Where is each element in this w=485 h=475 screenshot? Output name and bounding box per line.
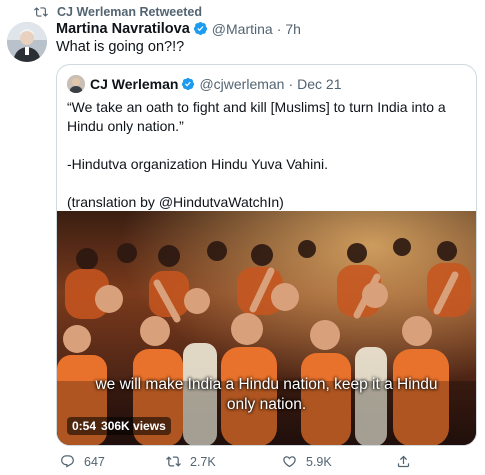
quote-author-handle: @cjwerleman — [199, 76, 285, 92]
video-player[interactable]: we will make India a Hindu nation, keep … — [57, 211, 476, 445]
retweet-count: 2.7K — [190, 454, 216, 469]
retweet-label: CJ Werleman Retweeted — [57, 5, 202, 19]
quote-header: CJ Werleman @cjwerleman · Dec 21 — [67, 75, 342, 93]
author-name[interactable]: Martina Navratilova — [56, 21, 190, 37]
share-button[interactable] — [396, 454, 411, 469]
reply-button[interactable]: 647 — [60, 454, 105, 469]
tweet-timestamp[interactable]: 7h — [285, 21, 301, 37]
video-duration: 0:54 — [72, 419, 97, 433]
reply-icon — [61, 455, 74, 468]
reply-count: 647 — [84, 454, 105, 469]
header-separator: · — [276, 20, 282, 37]
heart-icon — [283, 456, 296, 468]
retweet-icon — [34, 7, 48, 17]
tweet-actions: 647 2.7K 5.9K — [56, 454, 476, 472]
quoted-tweet-card[interactable]: CJ Werleman @cjwerleman · Dec 21 “We tak… — [56, 64, 477, 446]
avatar-image — [7, 22, 47, 62]
quote-timestamp: Dec 21 — [297, 76, 342, 92]
quote-text: “We take an oath to fight and kill [Musl… — [67, 98, 467, 212]
quote-line-1: “We take an oath to fight and kill [Musl… — [67, 99, 446, 134]
quote-header-separator: · — [288, 76, 294, 92]
video-views: 306K views — [101, 419, 166, 433]
tweet-text: What is going on?!? — [56, 39, 185, 55]
quote-author-name: CJ Werleman — [90, 76, 179, 92]
share-icon — [397, 455, 410, 468]
avatar[interactable] — [7, 22, 47, 62]
quote-line-3: (translation by @HindutvaWatchIn) — [67, 194, 284, 210]
verified-badge-icon — [193, 21, 207, 36]
retweet-context[interactable]: CJ Werleman Retweeted — [34, 4, 202, 20]
like-count: 5.9K — [306, 454, 332, 469]
retweet-button[interactable]: 2.7K — [166, 454, 216, 469]
video-subtitle-line-1: we will make India a Hindu nation, keep … — [95, 376, 438, 393]
video-subtitle-line-2: only nation. — [226, 396, 307, 413]
quote-line-2: -Hindutva organization Hindu Yuva Vahini… — [67, 156, 328, 172]
video-stats: 0:54 306K views — [67, 417, 171, 435]
quote-avatar — [67, 75, 85, 93]
retweet-action-icon — [166, 456, 181, 467]
like-button[interactable]: 5.9K — [282, 454, 332, 469]
author-handle[interactable]: @Martina — [212, 21, 273, 37]
quote-verified-badge-icon — [182, 77, 195, 91]
tweet-header: Martina Navratilova @Martina · 7h — [56, 20, 301, 37]
